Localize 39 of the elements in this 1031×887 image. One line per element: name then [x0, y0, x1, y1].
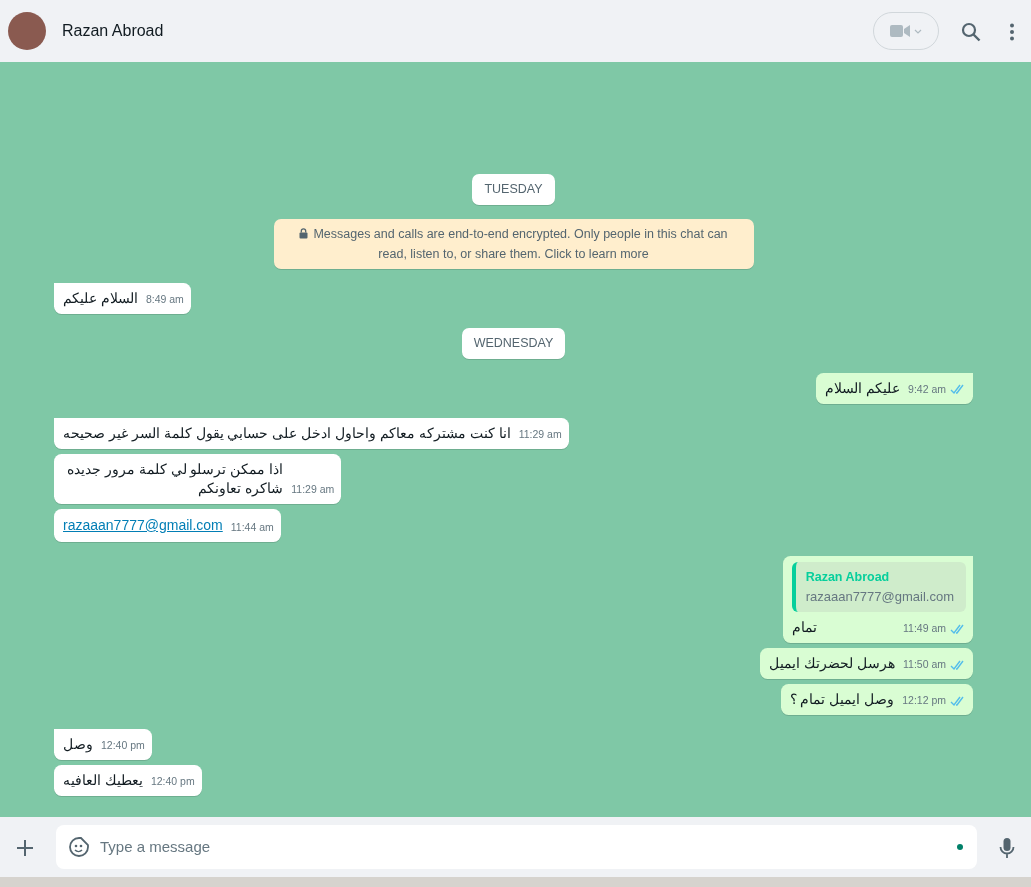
encryption-notice[interactable]: Messages and calls are end-to-end encrypted. Only people in this chat can read, listen to, or share them. Click to learn more: [273, 219, 754, 269]
message-text: عليكم السلام: [825, 378, 901, 398]
message-text: وصل ايميل تمام ؟: [789, 690, 895, 709]
search-icon: [961, 21, 981, 42]
quoted-text: razaaan7777@gmail.com: [805, 587, 954, 606]
message-text: اذا ممكن ترسلو لي كلمة مرور جديده شاكره تعاونكم: [65, 459, 284, 498]
message-text: وصل: [63, 735, 93, 754]
message-time: 11:44 am: [230, 520, 274, 535]
menu-icon: [1009, 22, 1015, 41]
message-time: 12:12 pm: [902, 693, 946, 709]
video-camera-icon: [890, 24, 910, 38]
message-text: هرسل لحضرتك ايميل: [769, 654, 895, 673]
microphone-icon: [999, 836, 1015, 859]
plus-icon: [16, 838, 34, 857]
email-link[interactable]: razaaan7777@gmail.com: [63, 514, 223, 536]
lock-icon: [299, 228, 309, 239]
message-time: 9:42 am: [908, 382, 946, 397]
message-time: 11:50 am: [903, 657, 946, 673]
message-text: تمام: [791, 618, 817, 637]
sticker-icon: [68, 836, 90, 858]
message-time: 11:29 am: [518, 427, 562, 442]
message-text: يعطيك العافيه: [63, 771, 143, 790]
date-label: TUESDAY: [472, 174, 555, 205]
notice-text: Messages and calls are end-to-end encrypted. Only people in this chat can read, listen to, or share them. Click to learn more: [313, 227, 728, 261]
quoted-message[interactable]: Razan Abroad razaaan7777@gmail.com: [791, 561, 966, 612]
message-text: انا كنت مشتركه معاكم واحاول ادخل على حسابي يقول كلمة السر غير صحيحه: [63, 423, 511, 443]
status-dot: [957, 844, 963, 850]
contact-avatar[interactable]: [8, 12, 46, 50]
caret-icon: [914, 28, 922, 34]
message-time: 12:40 pm: [101, 738, 145, 754]
message-time: 12:40 pm: [150, 774, 195, 790]
quoted-author: Razan Abroad: [805, 568, 891, 586]
message-text: السلام عليكم: [63, 289, 138, 308]
message-field[interactable]: Type a message: [56, 825, 977, 869]
message-time: 8:49 am: [145, 292, 184, 308]
date-label: WEDNESDAY: [461, 328, 566, 359]
message-time: 11:29 am: [291, 482, 335, 497]
message-time: 11:49 am: [903, 621, 946, 637]
contact-name[interactable]: Razan Abroad: [62, 19, 164, 43]
